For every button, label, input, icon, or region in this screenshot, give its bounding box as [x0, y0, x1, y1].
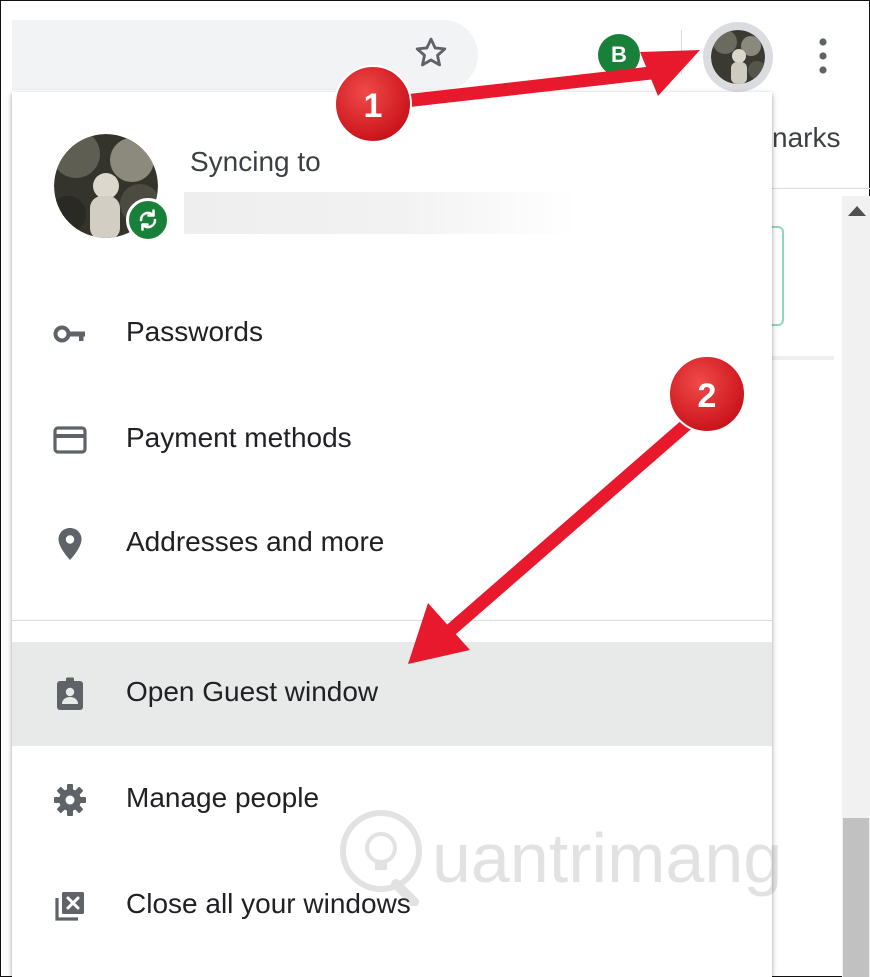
step-badge-1: 1: [334, 65, 412, 143]
annotation-overlay: 1 2: [334, 50, 746, 664]
arrow-2: [408, 411, 701, 664]
step-2-number: 2: [698, 377, 717, 415]
arrow-1: [389, 50, 700, 109]
step-1-number: 1: [364, 87, 383, 125]
step-badge-2: 2: [668, 355, 746, 433]
